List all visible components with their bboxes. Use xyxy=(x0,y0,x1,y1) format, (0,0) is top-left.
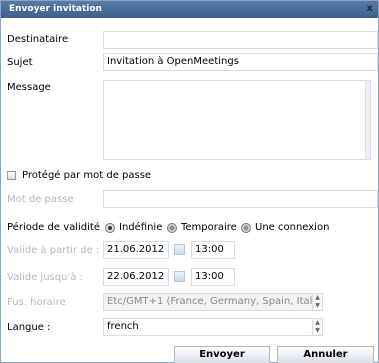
valid-until-date-input[interactable]: 22.06.2012 xyxy=(103,268,169,286)
password-label: Mot de passe xyxy=(7,194,74,205)
valid-from-label: Valide à partir de : xyxy=(7,245,100,256)
send-button[interactable]: Envoyer xyxy=(174,346,270,363)
language-value: french xyxy=(107,321,139,332)
password-protected-label: Protégé par mot de passe xyxy=(22,170,152,181)
valid-from-calendar-icon[interactable] xyxy=(174,244,185,255)
valid-until-label: Valide jusqu'à : xyxy=(7,272,83,283)
validity-radio-one-connection[interactable] xyxy=(241,223,251,233)
dialog-title: Envoyer invitation xyxy=(9,4,102,14)
language-spinner-icon[interactable]: ▲ ▼ xyxy=(312,319,322,335)
language-label: Langue : xyxy=(7,322,51,333)
valid-until-calendar-icon[interactable] xyxy=(174,271,185,282)
dialog-titlebar[interactable]: Envoyer invitation x xyxy=(1,1,378,18)
password-protected-checkbox[interactable] xyxy=(7,171,16,180)
valid-until-time-input[interactable]: 13:00 xyxy=(191,268,235,286)
invitation-dialog: Envoyer invitation x Destinataire Sujet … xyxy=(0,0,379,363)
close-icon[interactable]: x xyxy=(367,3,373,14)
timezone-value: Etc/GMT+1 (France, Germany, Spain, Italy xyxy=(107,296,319,307)
timezone-label: Fus. horaire xyxy=(7,297,66,308)
validity-radio-indefinite[interactable] xyxy=(105,223,115,233)
validity-label: Période de validité xyxy=(7,222,100,233)
recipient-input[interactable] xyxy=(103,31,378,49)
message-scrollbar[interactable] xyxy=(365,81,370,159)
subject-input[interactable]: Invitation à OpenMeetings xyxy=(103,53,378,71)
cancel-button[interactable]: Annuler xyxy=(277,346,374,363)
timezone-spinner-icon[interactable]: ▲ ▼ xyxy=(312,294,322,310)
validity-option-one-connection: Une connexion xyxy=(255,222,330,233)
subject-label: Sujet xyxy=(7,57,33,68)
message-textarea[interactable] xyxy=(103,80,371,160)
validity-radio-temporary[interactable] xyxy=(167,223,177,233)
valid-from-date-input[interactable]: 21.06.2012 xyxy=(103,241,169,259)
recipient-label: Destinataire xyxy=(7,34,69,45)
language-select[interactable]: french ▲ ▼ xyxy=(103,318,323,336)
validity-option-indefinite: Indéfinie xyxy=(119,222,163,233)
password-input[interactable] xyxy=(103,190,378,208)
message-label: Message xyxy=(7,82,51,93)
validity-option-temporary: Temporaire xyxy=(181,222,237,233)
timezone-select[interactable]: Etc/GMT+1 (France, Germany, Spain, Italy… xyxy=(103,293,323,311)
valid-from-time-input[interactable]: 13:00 xyxy=(191,241,235,259)
